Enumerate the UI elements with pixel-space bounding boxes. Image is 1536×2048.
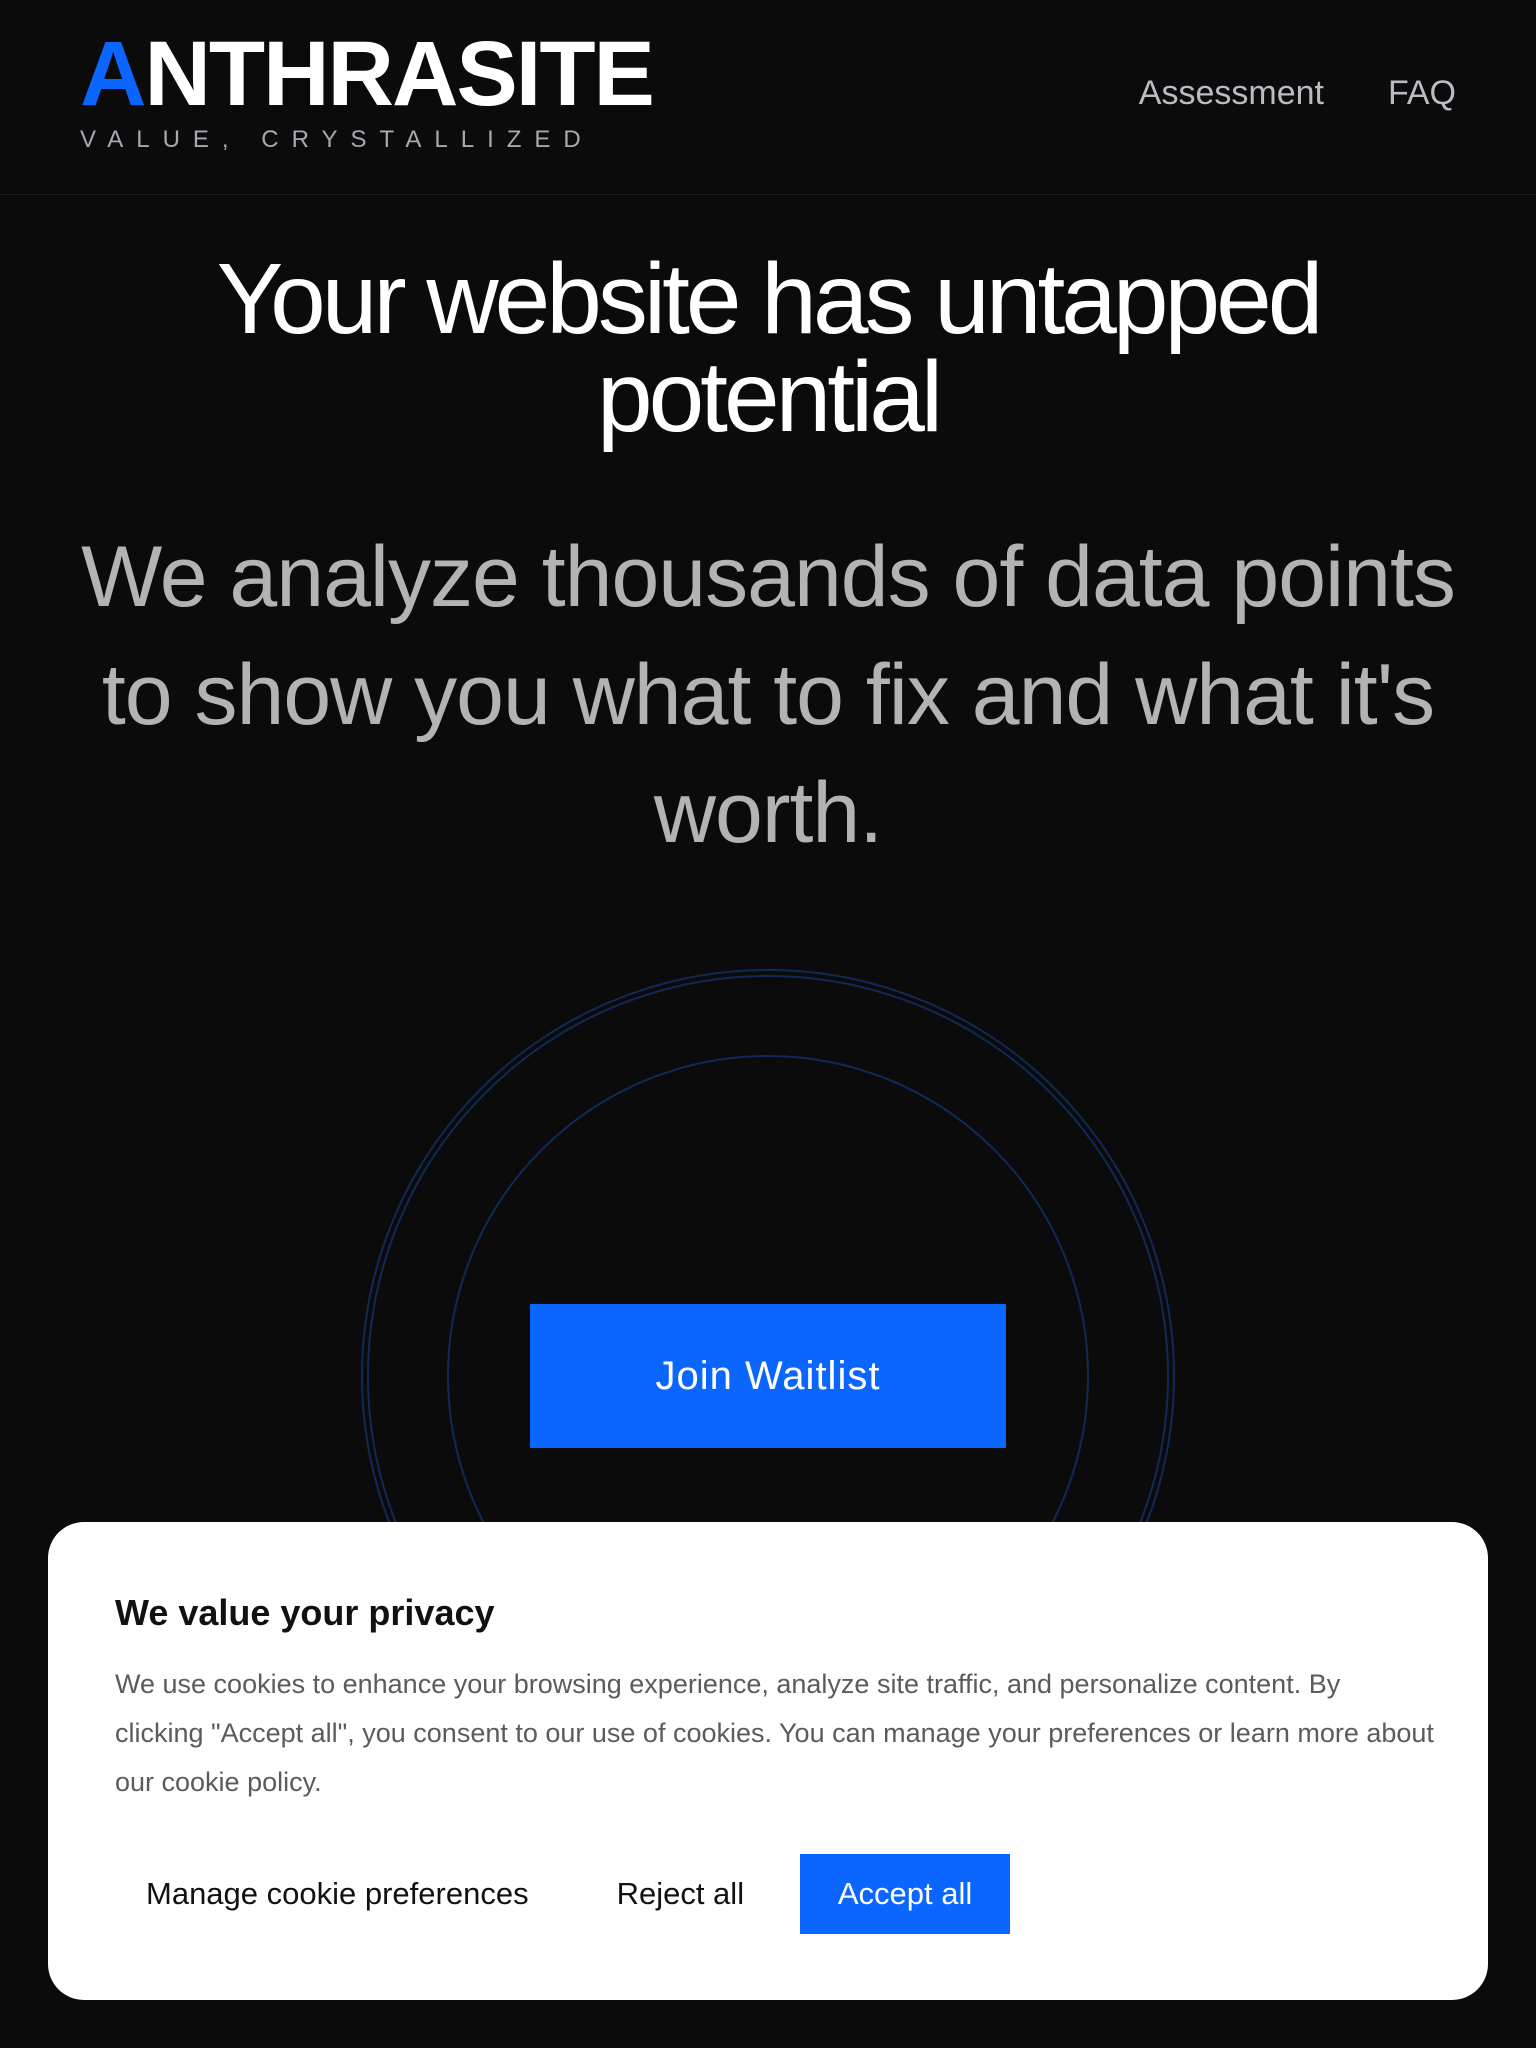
brand-logo[interactable]: ANTHRASITE VALUE, CRYSTALLIZED	[80, 28, 655, 154]
nav-link-assessment[interactable]: Assessment	[1139, 74, 1324, 113]
accept-all-button[interactable]: Accept all	[800, 1854, 1011, 1934]
hero-title: Your website has untapped potential	[216, 243, 1324, 453]
brand-wordmark: ANTHRASITE	[80, 28, 655, 120]
nav-link-faq[interactable]: FAQ	[1388, 74, 1456, 113]
brand-accent-letter: A	[80, 23, 146, 125]
cookie-banner-title: We value your privacy	[115, 1592, 495, 1633]
hero-subtitle: We analyze thousands of data points to s…	[81, 529, 1456, 861]
brand-name-rest: NTHRASITE	[144, 23, 654, 125]
cookie-consent-banner: We value your privacy We use cookies to …	[48, 1522, 1488, 2000]
main-nav: Assessment FAQ	[1139, 74, 1456, 113]
manage-cookie-preferences-button[interactable]: Manage cookie preferences	[146, 1876, 529, 1912]
join-waitlist-button[interactable]: Join Waitlist	[530, 1304, 1006, 1448]
cookie-banner-actions: Manage cookie preferences Reject all Acc…	[146, 1854, 1011, 1934]
brand-tagline: VALUE, CRYSTALLIZED	[80, 126, 594, 153]
reject-all-button[interactable]: Reject all	[617, 1876, 745, 1912]
cookie-banner-body: We use cookies to enhance your browsing …	[115, 1669, 1434, 1797]
site-header: ANTHRASITE VALUE, CRYSTALLIZED Assessmen…	[0, 0, 1536, 195]
